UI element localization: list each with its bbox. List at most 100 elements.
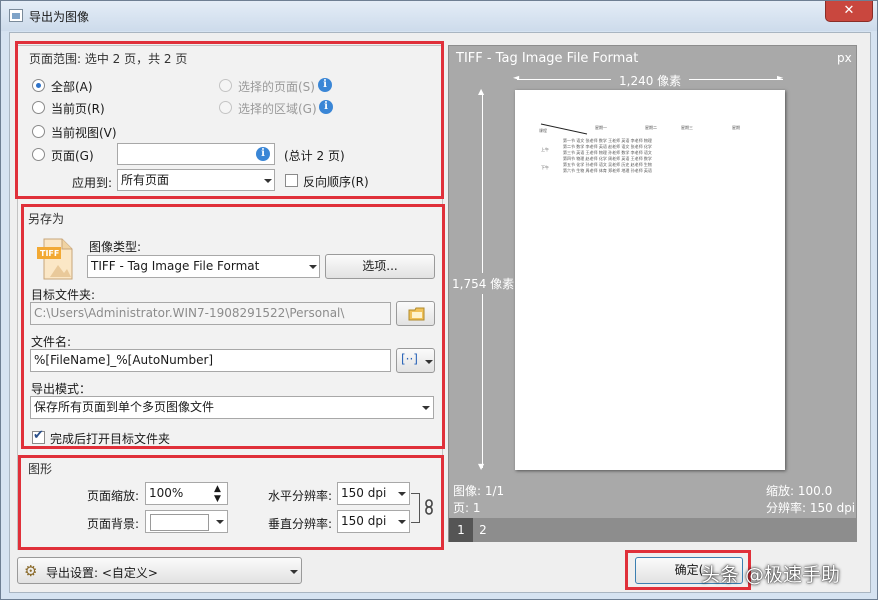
tiff-file-icon: TIFF bbox=[36, 237, 74, 281]
window-title: 导出为图像 bbox=[29, 10, 90, 24]
image-type-label: 图像类型: bbox=[89, 240, 142, 254]
page-range-title: 页面范围: 选中 2 页，共 2 页 bbox=[29, 52, 188, 66]
info-icon[interactable]: i bbox=[319, 100, 333, 114]
radio-selected-pages[interactable] bbox=[219, 79, 232, 92]
chevron-down-icon bbox=[398, 492, 406, 496]
browse-folder-button[interactable] bbox=[396, 301, 435, 326]
graphics-title: 图形 bbox=[28, 462, 53, 476]
radio-selected-pages-label: 选择的页面(S) bbox=[238, 80, 315, 94]
chevron-down-icon bbox=[422, 406, 430, 410]
background-label: 页面背景: bbox=[87, 517, 140, 531]
apply-to-select[interactable]: 所有页面 bbox=[117, 169, 275, 191]
options-button[interactable]: 选项... bbox=[325, 254, 435, 279]
thumb-cell: 上午 bbox=[541, 147, 549, 152]
width-dimension-label: 1,240 像素 bbox=[611, 72, 690, 89]
zoom-label: 页面缩放: bbox=[87, 489, 140, 503]
radio-current-view[interactable] bbox=[32, 125, 45, 138]
folder-icon bbox=[408, 307, 425, 321]
hres-label: 水平分辨率: bbox=[268, 489, 333, 503]
thumb-cell: 星期一 bbox=[595, 125, 607, 130]
reverse-order-checkbox[interactable] bbox=[285, 174, 298, 187]
apply-to-value: 所有页面 bbox=[121, 173, 170, 187]
info-icon[interactable]: i bbox=[318, 78, 332, 92]
resolution-info: 分辨率: 150 dpi bbox=[766, 501, 856, 515]
filename-input[interactable]: %[FileName]_%[AutoNumber] bbox=[30, 349, 391, 372]
filename-macro-button[interactable]: [··] bbox=[396, 348, 435, 373]
thumb-cell: 星期二 bbox=[645, 125, 657, 130]
radio-all[interactable] bbox=[32, 79, 45, 92]
target-folder-label: 目标文件夹: bbox=[31, 288, 96, 302]
thumb-cell: 星期三 bbox=[681, 125, 693, 130]
app-icon bbox=[9, 9, 23, 22]
chevron-down-icon bbox=[425, 360, 433, 364]
export-mode-select[interactable]: 保存所有页面到单个多页图像文件 bbox=[30, 396, 434, 419]
thumb-cell: 课程 bbox=[539, 128, 547, 133]
preview-title: TIFF - Tag Image File Format bbox=[456, 51, 639, 66]
chain-link-icon[interactable] bbox=[424, 499, 434, 515]
radio-selected-area[interactable] bbox=[219, 101, 232, 114]
height-dimension-label: 1,754 像素 bbox=[452, 273, 515, 294]
radio-pages-label: 页面(G) bbox=[51, 149, 94, 163]
spin-down-icon[interactable]: ▼ bbox=[214, 489, 221, 504]
link-bracket bbox=[411, 493, 420, 523]
title-bar[interactable]: 导出为图像 ✕ bbox=[1, 1, 877, 31]
gear-icon: ⚙ bbox=[24, 562, 38, 580]
filename-label: 文件名: bbox=[31, 335, 72, 349]
thumb-cell: 星期 bbox=[732, 125, 740, 130]
image-count-info: 图像: 1/1 bbox=[453, 484, 505, 498]
page-preview-thumbnail: 课程 星期一 星期二 星期三 星期 第一节 语文 张老师 数学 王老师 英语 李… bbox=[515, 90, 785, 470]
radio-current-view-label: 当前视图(V) bbox=[51, 126, 117, 140]
chevron-down-icon bbox=[290, 570, 298, 574]
radio-current-page-label: 当前页(R) bbox=[51, 102, 105, 116]
export-image-dialog: 导出为图像 ✕ 页面范围: 选中 2 页，共 2 页 全部(A) 选择的页面(S… bbox=[0, 0, 878, 600]
page-info: 页: 1 bbox=[453, 501, 481, 515]
apply-to-label: 应用到: bbox=[72, 176, 113, 190]
arrow-up-icon: ▲ bbox=[478, 87, 485, 96]
chevron-down-icon bbox=[264, 179, 272, 183]
export-mode-value: 保存所有页面到单个多页图像文件 bbox=[34, 400, 215, 414]
thumb-row: 第六节 生物 周老师 体育 郑老师 地理 孙老师 英语 bbox=[563, 168, 652, 173]
chevron-down-icon bbox=[216, 520, 224, 524]
image-type-value: TIFF - Tag Image File Format bbox=[91, 259, 260, 273]
export-settings-label: 导出设置: <自定义> bbox=[46, 566, 158, 580]
export-mode-label: 导出模式： bbox=[31, 382, 92, 396]
radio-selected-area-label: 选择的区域(G) bbox=[238, 102, 317, 116]
color-swatch bbox=[150, 514, 209, 531]
hres-value: 150 dpi bbox=[341, 486, 387, 500]
thumb-cell: 下午 bbox=[541, 165, 549, 170]
open-folder-label: 完成后打开目标文件夹 bbox=[50, 432, 171, 446]
info-icon[interactable]: i bbox=[256, 147, 270, 161]
arrow-left-icon: ◄ bbox=[513, 73, 520, 82]
arrow-down-icon: ▼ bbox=[478, 462, 485, 471]
open-folder-checkbox[interactable] bbox=[32, 428, 45, 444]
target-folder-input[interactable]: C:\Users\Administrator.WIN7-1908291522\P… bbox=[30, 302, 391, 325]
close-button[interactable]: ✕ bbox=[825, 1, 873, 22]
arrow-right-icon: ► bbox=[777, 73, 784, 82]
radio-current-page[interactable] bbox=[32, 101, 45, 114]
radio-all-label: 全部(A) bbox=[51, 80, 93, 94]
reverse-order-label: 反向顺序(R) bbox=[303, 175, 369, 189]
radio-pages[interactable] bbox=[32, 148, 45, 161]
pages-input[interactable] bbox=[117, 143, 275, 165]
watermark-text: 头条 @极速手助 bbox=[701, 564, 841, 586]
page-tabs-bar: 1 2 bbox=[448, 518, 857, 542]
image-type-select[interactable]: TIFF - Tag Image File Format bbox=[87, 255, 320, 278]
vres-value: 150 dpi bbox=[341, 514, 387, 528]
export-settings-dropdown[interactable]: ⚙ 导出设置: <自定义> bbox=[17, 557, 302, 584]
page-tab-2[interactable]: 2 bbox=[471, 518, 495, 542]
preview-unit: px bbox=[837, 51, 852, 65]
page-tab-1[interactable]: 1 bbox=[449, 518, 473, 542]
total-pages-text: (总计 2 页) bbox=[284, 149, 345, 163]
zoom-spinner[interactable]: 100% ▲ ▼ bbox=[145, 482, 228, 505]
background-color-picker[interactable] bbox=[145, 510, 228, 533]
tiff-icon-text: TIFF bbox=[40, 249, 60, 258]
macro-icon: [··] bbox=[401, 352, 418, 366]
zoom-info: 缩放: 100.0 bbox=[766, 484, 833, 498]
hres-select[interactable]: 150 dpi bbox=[337, 482, 410, 505]
chevron-down-icon bbox=[309, 265, 317, 269]
vres-select[interactable]: 150 dpi bbox=[337, 510, 410, 533]
save-as-title: 另存为 bbox=[28, 212, 65, 226]
vres-label: 垂直分辨率: bbox=[268, 517, 333, 531]
chevron-down-icon bbox=[398, 520, 406, 524]
zoom-value: 100% bbox=[149, 486, 184, 500]
